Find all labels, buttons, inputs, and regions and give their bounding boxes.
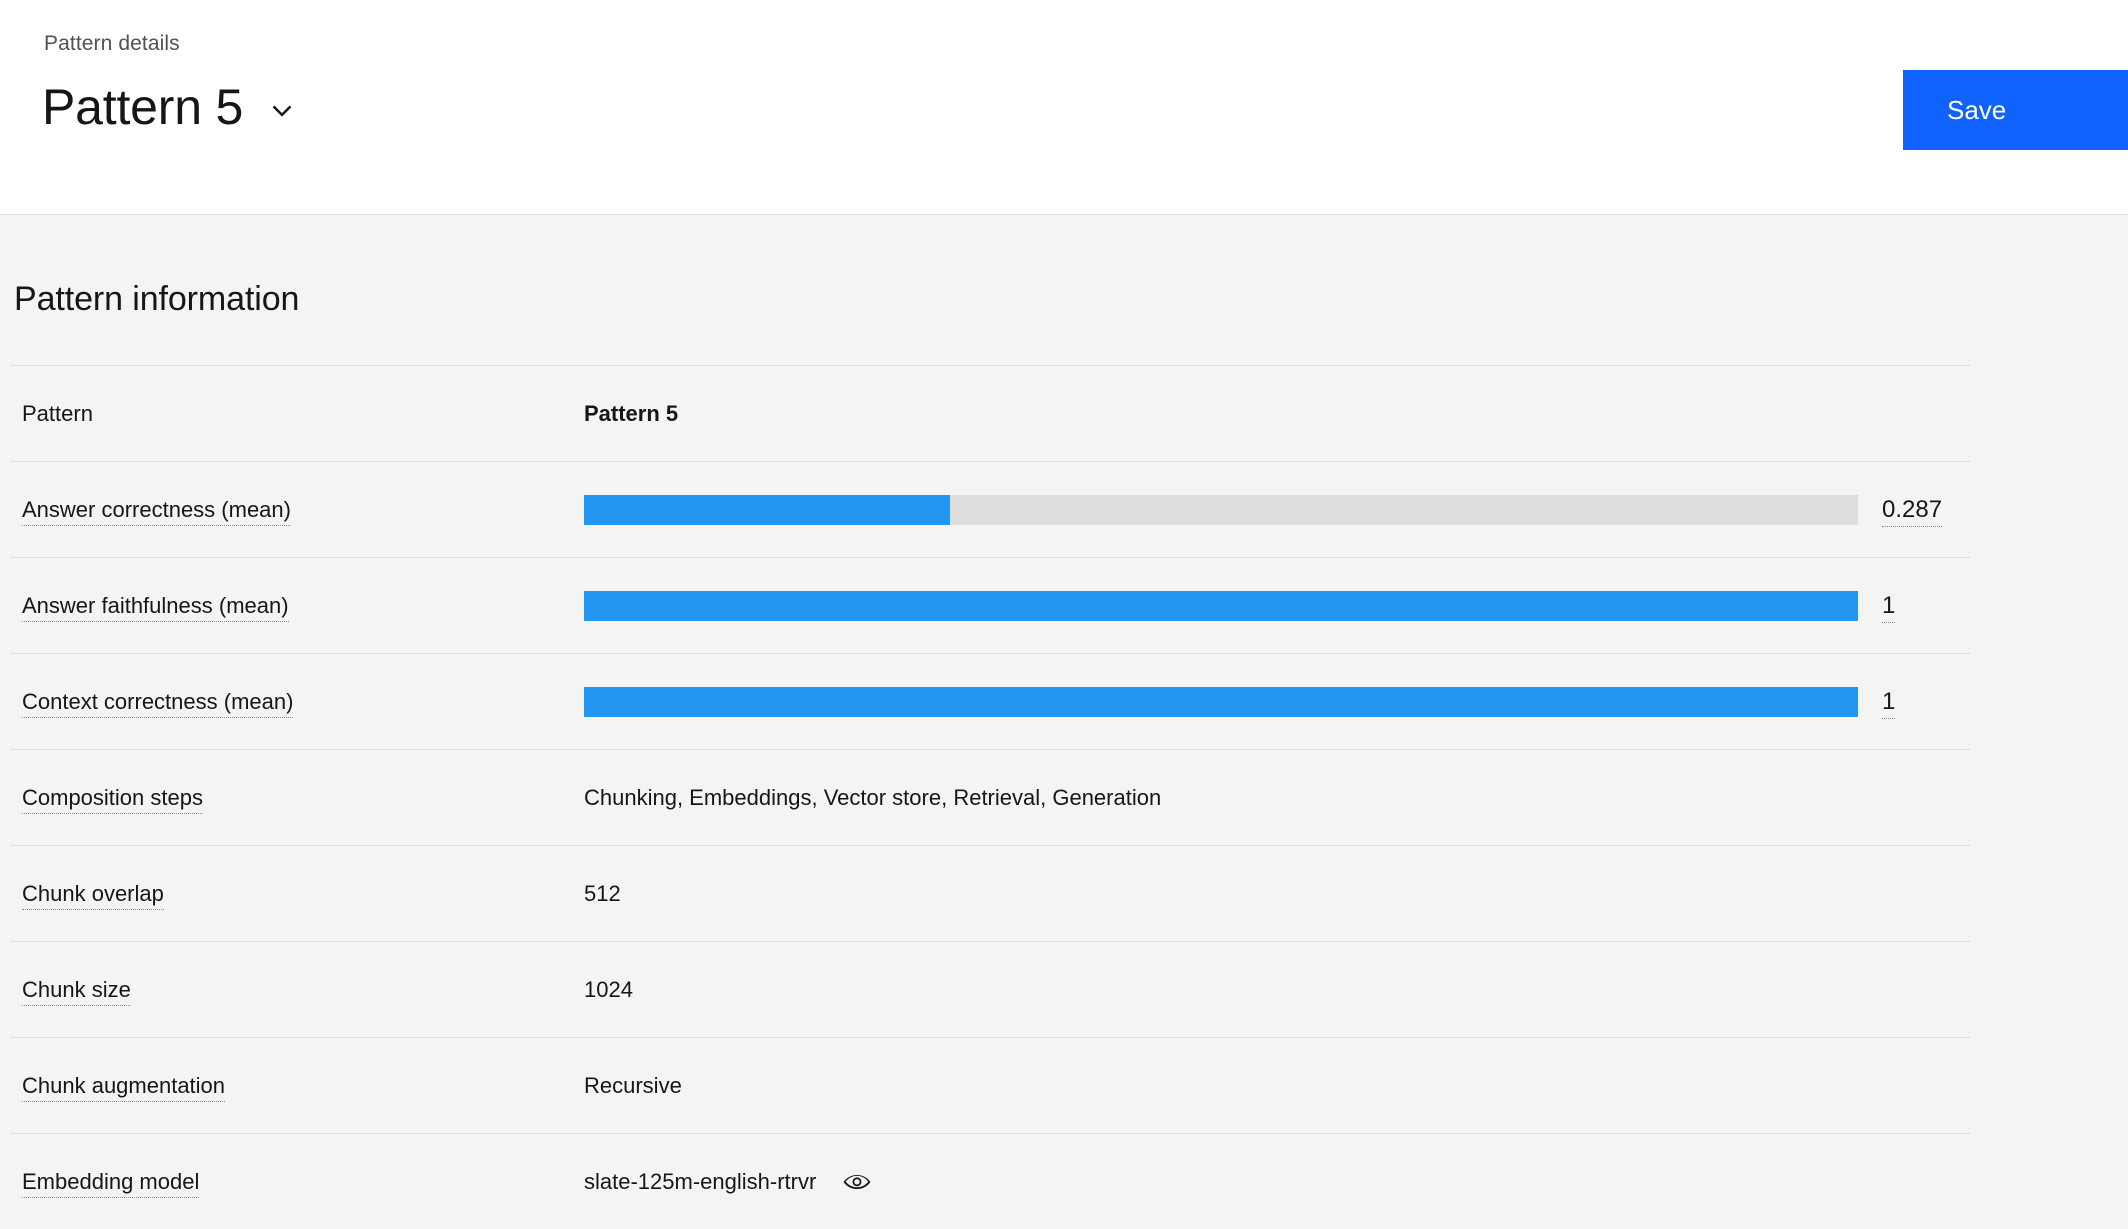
row-value-text: Recursive bbox=[584, 1072, 682, 1098]
section-title: Pattern information bbox=[14, 280, 300, 318]
metric-cell-answer-correctness-mean: 0.287 bbox=[584, 494, 1970, 527]
metric-value: 0.287 bbox=[1882, 495, 1943, 527]
row-value-chunk-augmentation: Recursive bbox=[584, 1071, 1970, 1101]
row-value-pattern: Pattern 5 bbox=[584, 399, 1970, 429]
row-value-composition-steps: Chunking, Embeddings, Vector store, Retr… bbox=[584, 783, 1970, 813]
row-value-embedding-model: slate-125m-english-rtrvr bbox=[584, 1167, 1970, 1197]
page-header: Pattern details Pattern 5 Save bbox=[0, 0, 2128, 215]
row-label-composition-steps: Composition steps bbox=[10, 783, 584, 814]
metric-cell-answer-faithfulness-mean: 1 bbox=[584, 590, 1970, 623]
metric-cell-context-correctness-mean: 1 bbox=[584, 686, 1970, 719]
row-label-context-correctness-mean: Context correctness (mean) bbox=[10, 687, 584, 718]
page-title-row: Pattern 5 bbox=[42, 78, 299, 136]
row-label-text[interactable]: Embedding model bbox=[22, 1168, 200, 1198]
row-label-text[interactable]: Chunk augmentation bbox=[22, 1072, 226, 1102]
metric-value: 1 bbox=[1882, 687, 1896, 719]
row-value-text: Pattern 5 bbox=[584, 400, 679, 426]
row-label-answer-faithfulness-mean: Answer faithfulness (mean) bbox=[10, 591, 584, 622]
table-row: Answer correctness (mean) 0.287 bbox=[10, 461, 1970, 557]
row-value-text: Chunking, Embeddings, Vector store, Retr… bbox=[584, 784, 1162, 810]
row-label-text[interactable]: Context correctness (mean) bbox=[22, 688, 294, 718]
table-row: Chunk size 1024 bbox=[10, 941, 1970, 1037]
row-label-embedding-model: Embedding model bbox=[10, 1167, 584, 1198]
row-value-text: 1024 bbox=[584, 976, 633, 1002]
table-row: Context correctness (mean) 1 bbox=[10, 653, 1970, 749]
row-label-text[interactable]: Composition steps bbox=[22, 784, 203, 814]
metric-value-text[interactable]: 1 bbox=[1882, 591, 1896, 623]
row-label-chunk-overlap: Chunk overlap bbox=[10, 879, 584, 910]
eye-icon[interactable] bbox=[842, 1167, 872, 1197]
row-value-chunk-size: 1024 bbox=[584, 975, 1970, 1005]
row-label-chunk-size: Chunk size bbox=[10, 975, 584, 1006]
pattern-information-section: Pattern information Pattern Pattern 5 Answ… bbox=[0, 215, 2128, 1229]
metric-value: 1 bbox=[1882, 591, 1896, 623]
progress-bar-track bbox=[584, 494, 1858, 525]
progress-bar-track bbox=[584, 590, 1858, 621]
table-row: Pattern Pattern 5 bbox=[10, 365, 1970, 461]
metric-value-text[interactable]: 0.287 bbox=[1882, 495, 1943, 527]
table-row: Answer faithfulness (mean) 1 bbox=[10, 557, 1970, 653]
metric-value-text[interactable]: 1 bbox=[1882, 687, 1896, 719]
row-value-text: slate-125m-english-rtrvr bbox=[584, 1168, 817, 1194]
pattern-information-table: Pattern Pattern 5 Answer correctness (mean… bbox=[0, 365, 1970, 1229]
row-label-text: Pattern bbox=[22, 400, 93, 426]
table-row: Chunk overlap 512 bbox=[10, 845, 1970, 941]
breadcrumb: Pattern details bbox=[44, 32, 180, 55]
row-label-text[interactable]: Chunk size bbox=[22, 976, 131, 1006]
page-title: Pattern 5 bbox=[42, 79, 244, 135]
progress-bar-fill bbox=[584, 590, 1858, 621]
row-label-chunk-augmentation: Chunk augmentation bbox=[10, 1071, 584, 1102]
row-label-text[interactable]: Chunk overlap bbox=[22, 880, 164, 910]
row-value-text: 512 bbox=[584, 880, 621, 906]
row-label-pattern: Pattern bbox=[10, 399, 584, 429]
table-row: Embedding model slate-125m-english-rtrvr bbox=[10, 1133, 1970, 1229]
row-label-text[interactable]: Answer correctness (mean) bbox=[22, 496, 291, 526]
row-label-answer-correctness-mean: Answer correctness (mean) bbox=[10, 495, 584, 526]
table-row: Composition steps Chunking, Embeddings, V… bbox=[10, 749, 1970, 845]
chevron-down-icon[interactable] bbox=[265, 94, 299, 128]
progress-bar-fill bbox=[584, 494, 950, 525]
progress-bar-fill bbox=[584, 686, 1858, 717]
table-row: Chunk augmentation Recursive bbox=[10, 1037, 1970, 1133]
progress-bar-track bbox=[584, 686, 1858, 717]
save-button[interactable]: Save bbox=[1903, 70, 2128, 150]
row-label-text[interactable]: Answer faithfulness (mean) bbox=[22, 592, 289, 622]
row-value-chunk-overlap: 512 bbox=[584, 879, 1970, 909]
